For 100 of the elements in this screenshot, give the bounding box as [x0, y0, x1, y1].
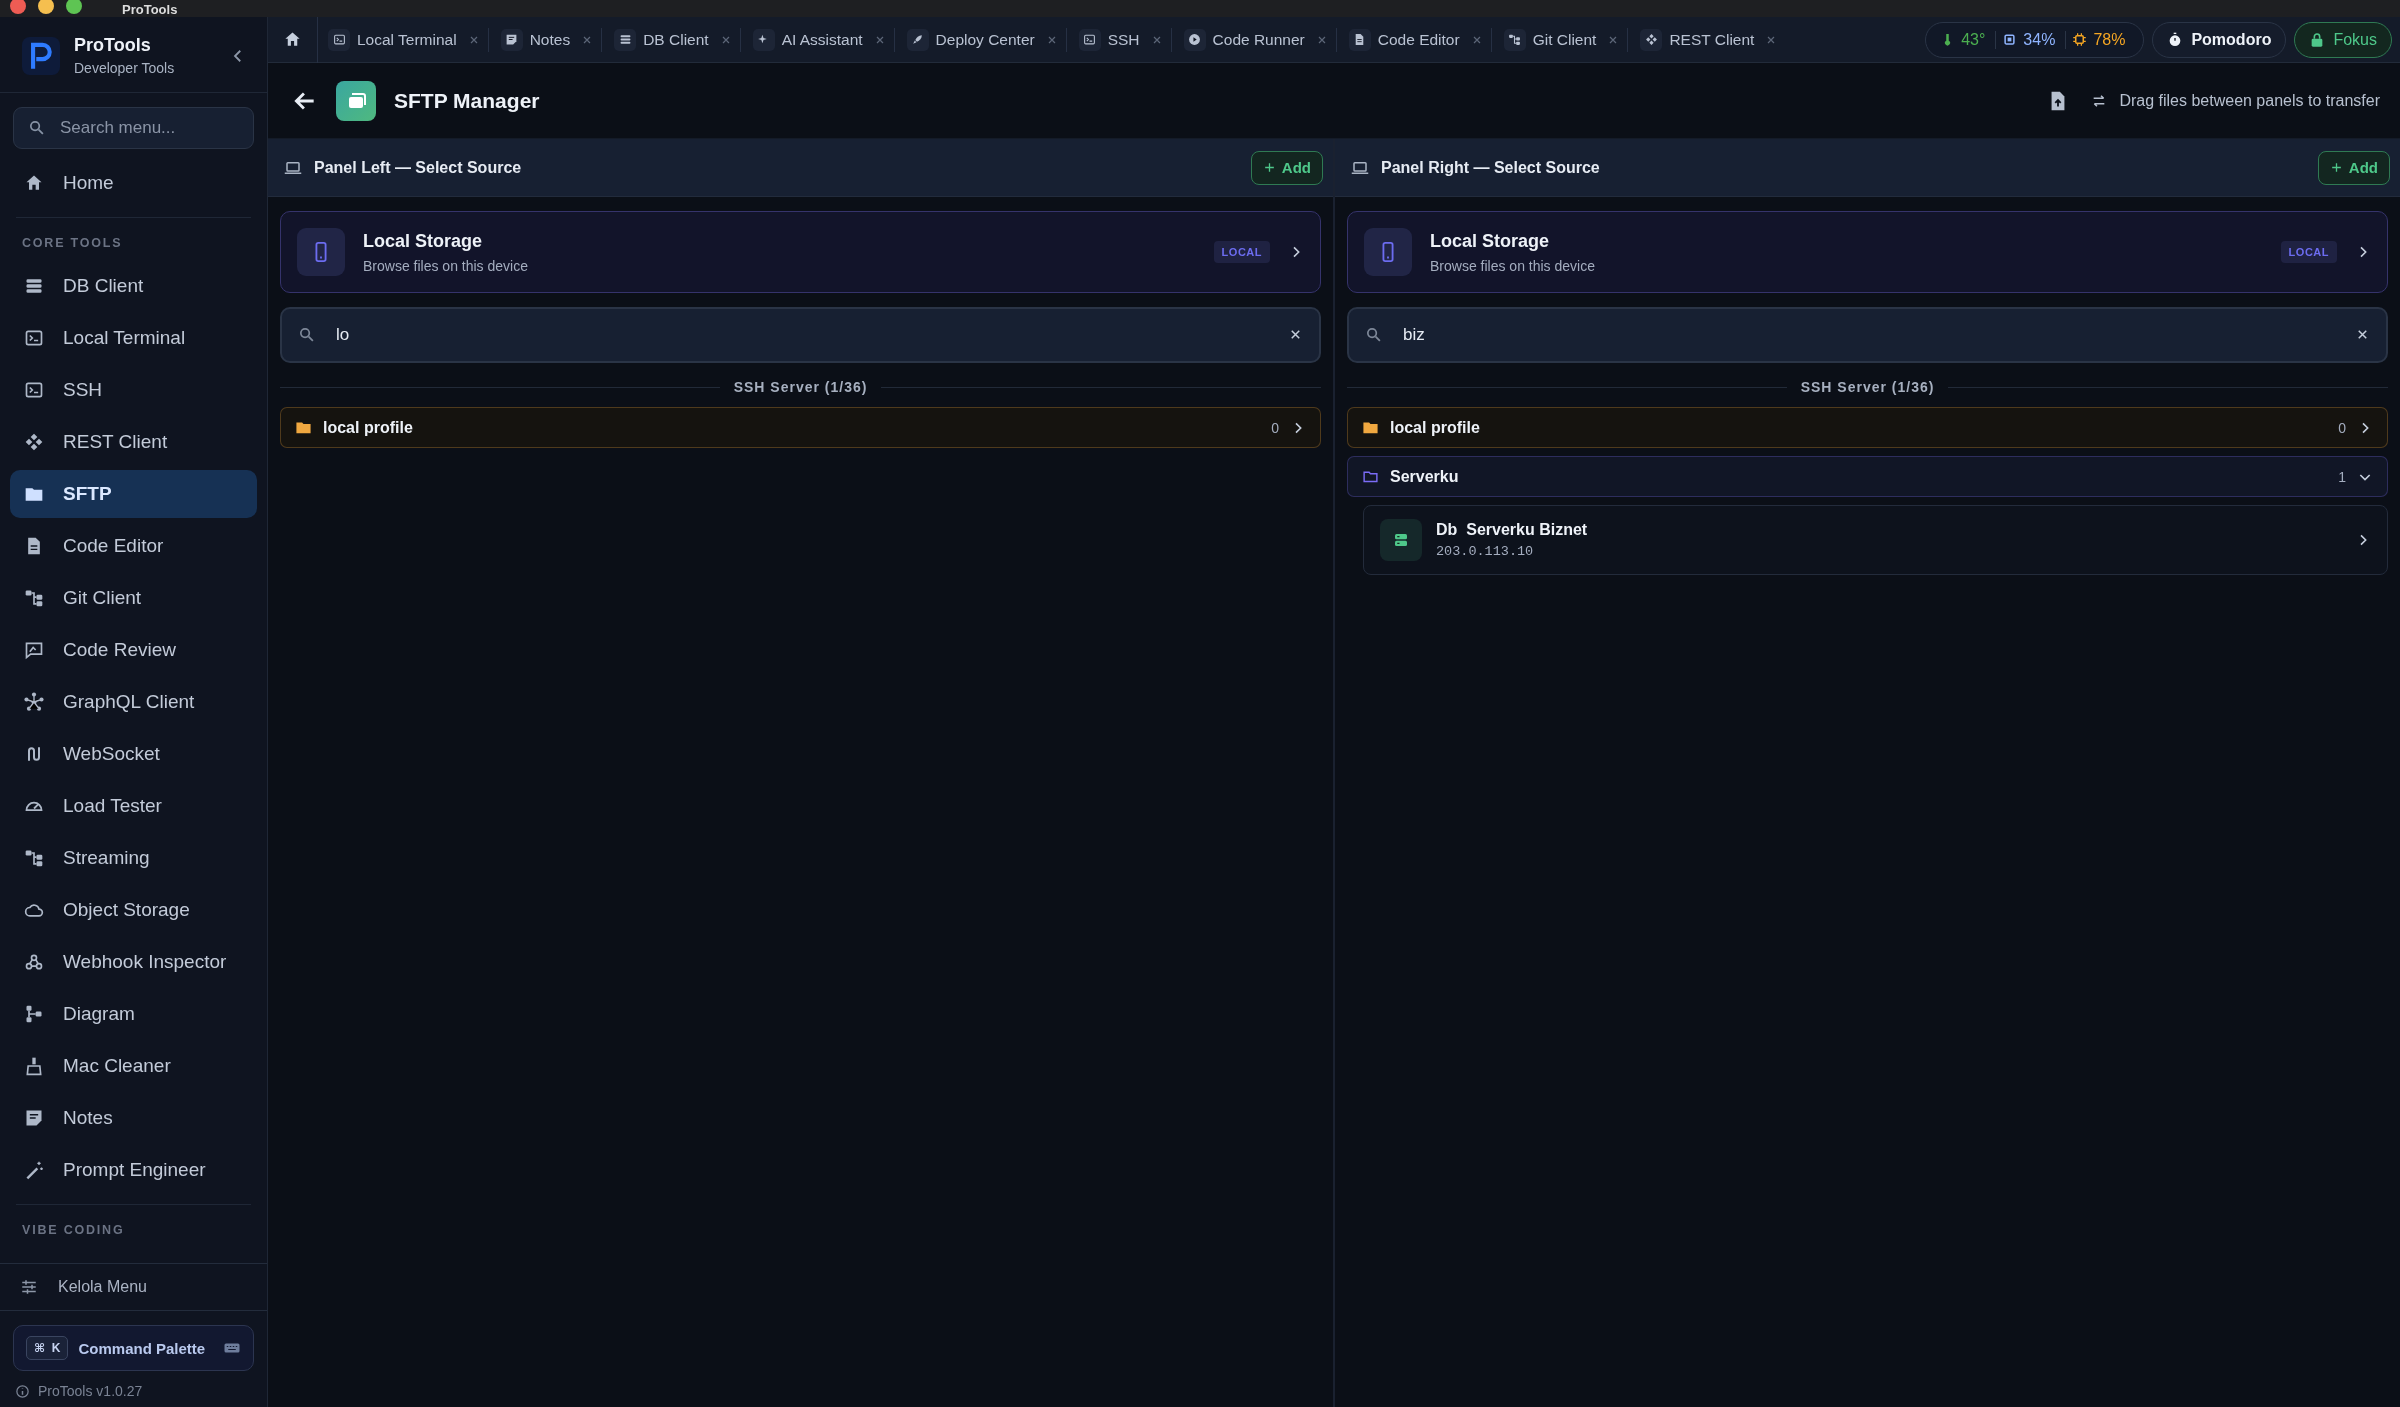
branches-icon	[1508, 33, 1522, 46]
sidebar-item[interactable]: Diagram	[10, 990, 257, 1038]
phone-icon	[297, 228, 345, 276]
source-badge: LOCAL	[1213, 241, 1270, 263]
item-count: 0	[1271, 419, 1279, 436]
group-label: SSH Server (1/36)	[1800, 379, 1935, 395]
database-icon	[24, 276, 44, 296]
search-field[interactable]: biz	[1347, 307, 2388, 363]
tab[interactable]: REST Client	[1630, 16, 1784, 63]
cpu-icon	[2072, 32, 2088, 47]
home-icon	[24, 173, 44, 193]
sftp-logo-icon	[336, 80, 376, 121]
info-icon	[15, 1383, 30, 1399]
server-icon	[1380, 519, 1422, 561]
clear-icon[interactable]	[1288, 327, 1303, 342]
tab[interactable]: DB Client	[604, 16, 738, 63]
server-row[interactable]: Db Serverku Biznet 203.0.113.10	[1363, 505, 2388, 575]
note-icon	[24, 1108, 44, 1128]
shortcut-badge: ⌘ K	[26, 1336, 69, 1360]
clear-icon[interactable]	[2355, 327, 2370, 342]
tab[interactable]: Local Terminal	[318, 16, 486, 63]
folder-row[interactable]: local profile 0	[1347, 407, 2388, 448]
search-icon	[1365, 326, 1382, 343]
sidebar-item[interactable]: SSH	[10, 366, 257, 414]
stat-value: 43°	[1961, 30, 1986, 49]
page-title: SFTP Manager	[394, 88, 541, 113]
sidebar-item[interactable]: Local Terminal	[10, 314, 257, 362]
sidebar-item[interactable]: WebSocket	[10, 730, 257, 778]
command-palette-button[interactable]: ⌘ K Command Palette	[13, 1325, 254, 1371]
source-subtitle: Browse files on this device	[1430, 257, 1596, 274]
source-title: Local Storage	[1430, 230, 1551, 252]
tab[interactable]: Git Client	[1493, 16, 1626, 63]
sliders-icon	[20, 1278, 38, 1296]
focus-button[interactable]: Fokus	[2294, 21, 2392, 58]
search-icon	[298, 326, 315, 343]
stat-value: 34%	[2023, 30, 2056, 49]
sidebar-item[interactable]: Notes	[10, 1094, 257, 1142]
stat-value: 78%	[2093, 30, 2126, 49]
manage-menu-button[interactable]: Kelola Menu	[0, 1263, 267, 1311]
memory-chip-icon	[2002, 32, 2018, 47]
tab[interactable]: Code Runner	[1173, 16, 1334, 63]
sidebar-item[interactable]: Mac Cleaner	[10, 1042, 257, 1090]
section-label: VIBE CODING	[21, 1223, 126, 1239]
command-palette-label: Command Palette	[78, 1339, 207, 1357]
sidebar-item[interactable]: Streaming	[10, 834, 257, 882]
source-card[interactable]: Local Storage Browse files on this device LOCAL	[280, 211, 1321, 293]
sidebar-item[interactable]: Code Editor	[10, 522, 257, 570]
terminal-icon	[24, 328, 44, 348]
server-address: 203.0.113.10	[1436, 544, 1535, 559]
sidebar-item[interactable]: Prompt Engineer	[10, 1146, 257, 1194]
tab[interactable]: Code Editor	[1338, 16, 1489, 63]
version-text: ProTools v1.0.27	[38, 1383, 143, 1399]
sidebar-item[interactable]: Home	[10, 159, 257, 207]
tab[interactable]: Deploy Center	[896, 16, 1064, 63]
branches-icon	[24, 848, 44, 868]
sidebar-item[interactable]: REST Client	[10, 418, 257, 466]
terminal-icon	[1083, 33, 1097, 46]
source-subtitle: Browse files on this device	[363, 257, 529, 274]
tab[interactable]: SSH	[1068, 16, 1169, 63]
database-icon	[618, 33, 632, 46]
sidebar-item[interactable]: Object Storage	[10, 886, 257, 934]
folder-row[interactable]: local profile 0	[280, 407, 1321, 448]
panel-title: Panel Left — Select Source	[314, 158, 523, 177]
tab[interactable]: AI Assistant	[742, 16, 892, 63]
add-button[interactable]: Add	[1250, 150, 1323, 185]
item-count: 0	[2338, 419, 2346, 436]
brush-icon	[24, 1056, 44, 1076]
diagram-icon	[24, 1004, 44, 1024]
group-label: SSH Server (1/36)	[733, 379, 868, 395]
phone-icon	[1364, 228, 1412, 276]
search-icon	[28, 119, 45, 136]
tab[interactable]: Notes	[490, 16, 600, 63]
item-count: 1	[2338, 468, 2346, 485]
panel-title: Panel Right — Select Source	[1381, 158, 1601, 177]
plus-icon	[2329, 161, 2343, 174]
sidebar-item[interactable]: Load Tester	[10, 782, 257, 830]
search-menu-field[interactable]: Search menu...	[13, 107, 254, 149]
sidebar-item[interactable]: Code Review	[10, 626, 257, 674]
window-title: ProTools	[122, 2, 178, 17]
terminal-icon	[24, 380, 44, 400]
search-field[interactable]: lo	[280, 307, 1321, 363]
pomodoro-button[interactable]: Pomodoro	[2152, 21, 2287, 58]
folder-name: Serverku	[1390, 467, 1460, 486]
transfer-hint: Drag files between panels to transfer	[2119, 91, 2380, 110]
sidebar-item[interactable]: Git Client	[10, 574, 257, 622]
app-name: ProTools	[74, 35, 152, 56]
sidebar-item[interactable]: DB Client	[10, 262, 257, 310]
sidebar-item[interactable]: GraphQL Client	[10, 678, 257, 726]
sidebar-item[interactable]: Webhook Inspector	[10, 938, 257, 986]
branches-icon	[24, 588, 44, 608]
webhook-icon	[24, 952, 44, 972]
graph-icon	[24, 692, 44, 712]
source-card[interactable]: Local Storage Browse files on this device LOCAL	[1347, 211, 2388, 293]
section-label: CORE TOOLS	[21, 236, 124, 252]
sidebar-item[interactable]: SFTP	[10, 470, 257, 518]
diamond-grid-icon	[24, 432, 44, 452]
play-icon	[1188, 33, 1202, 46]
add-button[interactable]: Add	[2317, 150, 2390, 185]
note-icon	[505, 33, 519, 46]
folder-row[interactable]: Serverku 1	[1347, 456, 2388, 497]
